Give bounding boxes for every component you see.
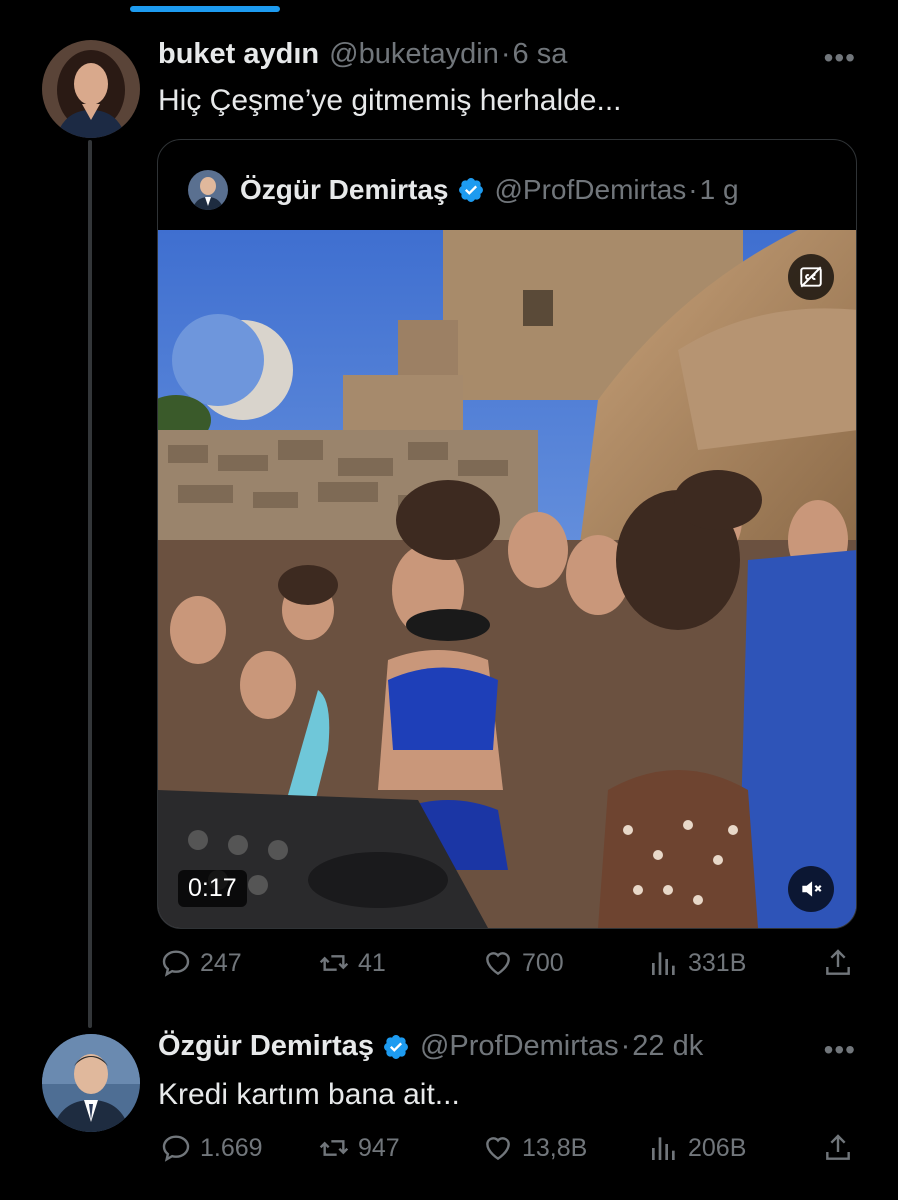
thread-line <box>88 140 92 1028</box>
quote-header: Özgür Demirtaş @ProfDemirtas · 1 g <box>188 170 739 210</box>
views-chart-icon <box>652 1137 675 1160</box>
share-button[interactable] <box>822 947 854 979</box>
view-count: 331B <box>688 948 747 977</box>
captions-button[interactable] <box>788 254 834 300</box>
views-button[interactable]: 331B <box>648 947 746 979</box>
more-options-button[interactable]: ••• <box>824 1034 856 1066</box>
quote-timestamp: 1 g <box>699 174 739 205</box>
views-chart-icon <box>652 952 675 975</box>
author-handle[interactable]: @ProfDemirtas <box>420 1030 619 1063</box>
retweet-icon <box>319 1140 349 1156</box>
separator-dot: · <box>500 38 511 70</box>
tweet-text: Kredi kartım bana ait... <box>158 1078 460 1111</box>
reply-count: 247 <box>200 948 242 977</box>
tweet-actions: 247 41 700 331B <box>160 945 860 981</box>
like-button[interactable]: 700 <box>482 947 564 979</box>
video-thumbnail <box>158 230 856 928</box>
like-button[interactable]: 13,8B <box>482 1132 587 1164</box>
reply-icon <box>162 950 190 977</box>
tweet-buket[interactable]: buket aydın @buketaydin · 6 sa ••• Hiç Ç… <box>0 0 898 1030</box>
video-duration: 0:17 <box>178 870 247 907</box>
tweet-header: buket aydın @buketaydin · 6 sa <box>158 38 567 71</box>
author-name[interactable]: Özgür Demirtaş <box>158 1030 374 1063</box>
author-name[interactable]: buket aydın <box>158 38 319 71</box>
quoted-tweet[interactable]: Özgür Demirtaş @ProfDemirtas · 1 g 0:17 <box>157 139 857 929</box>
captions-icon <box>800 266 822 288</box>
verified-badge-icon <box>458 178 483 202</box>
quote-avatar <box>188 170 228 210</box>
separator-dot: · <box>620 1030 631 1062</box>
share-icon <box>826 949 850 975</box>
reply-button[interactable]: 247 <box>160 947 242 979</box>
like-count: 700 <box>522 948 564 977</box>
more-options-button[interactable]: ••• <box>824 42 856 74</box>
retweet-button[interactable]: 947 <box>318 1132 400 1164</box>
like-count: 13,8B <box>522 1133 588 1162</box>
retweet-count: 41 <box>358 948 386 977</box>
heart-icon <box>486 1137 510 1161</box>
share-button[interactable] <box>822 1132 854 1164</box>
quote-author-handle: @ProfDemirtas <box>494 174 687 205</box>
author-handle[interactable]: @buketaydin <box>329 38 499 71</box>
retweet-icon <box>319 955 349 971</box>
reply-icon <box>162 1135 190 1162</box>
retweet-count: 947 <box>358 1133 400 1162</box>
reply-button[interactable]: 1.669 <box>160 1132 263 1164</box>
mute-button[interactable] <box>788 866 834 912</box>
timestamp[interactable]: 6 sa <box>513 38 568 71</box>
heart-icon <box>486 952 510 976</box>
tweet-header: Özgür Demirtaş @ProfDemirtas · 22 dk <box>158 1030 703 1063</box>
timestamp[interactable]: 22 dk <box>632 1030 703 1063</box>
muted-speaker-icon <box>802 881 822 897</box>
view-count: 206B <box>688 1133 747 1162</box>
avatar[interactable] <box>42 1034 140 1132</box>
reply-count: 1.669 <box>200 1133 263 1162</box>
verified-badge-icon <box>383 1034 408 1059</box>
retweet-button[interactable]: 41 <box>318 947 386 979</box>
avatar[interactable] <box>42 40 140 138</box>
separator-dot: · <box>688 174 698 205</box>
quote-author-name: Özgür Demirtaş <box>240 174 449 205</box>
tweet-actions: 1.669 947 13,8B 206B <box>160 1130 860 1166</box>
share-icon <box>826 1134 850 1160</box>
views-button[interactable]: 206B <box>648 1132 746 1164</box>
tweet-text: Hiç Çeşme’ye gitmemiş herhalde... <box>158 84 622 117</box>
tweet-demirtas[interactable]: Özgür Demirtaş @ProfDemirtas · 22 dk •••… <box>0 1030 898 1200</box>
video-player[interactable]: 0:17 <box>158 230 856 928</box>
